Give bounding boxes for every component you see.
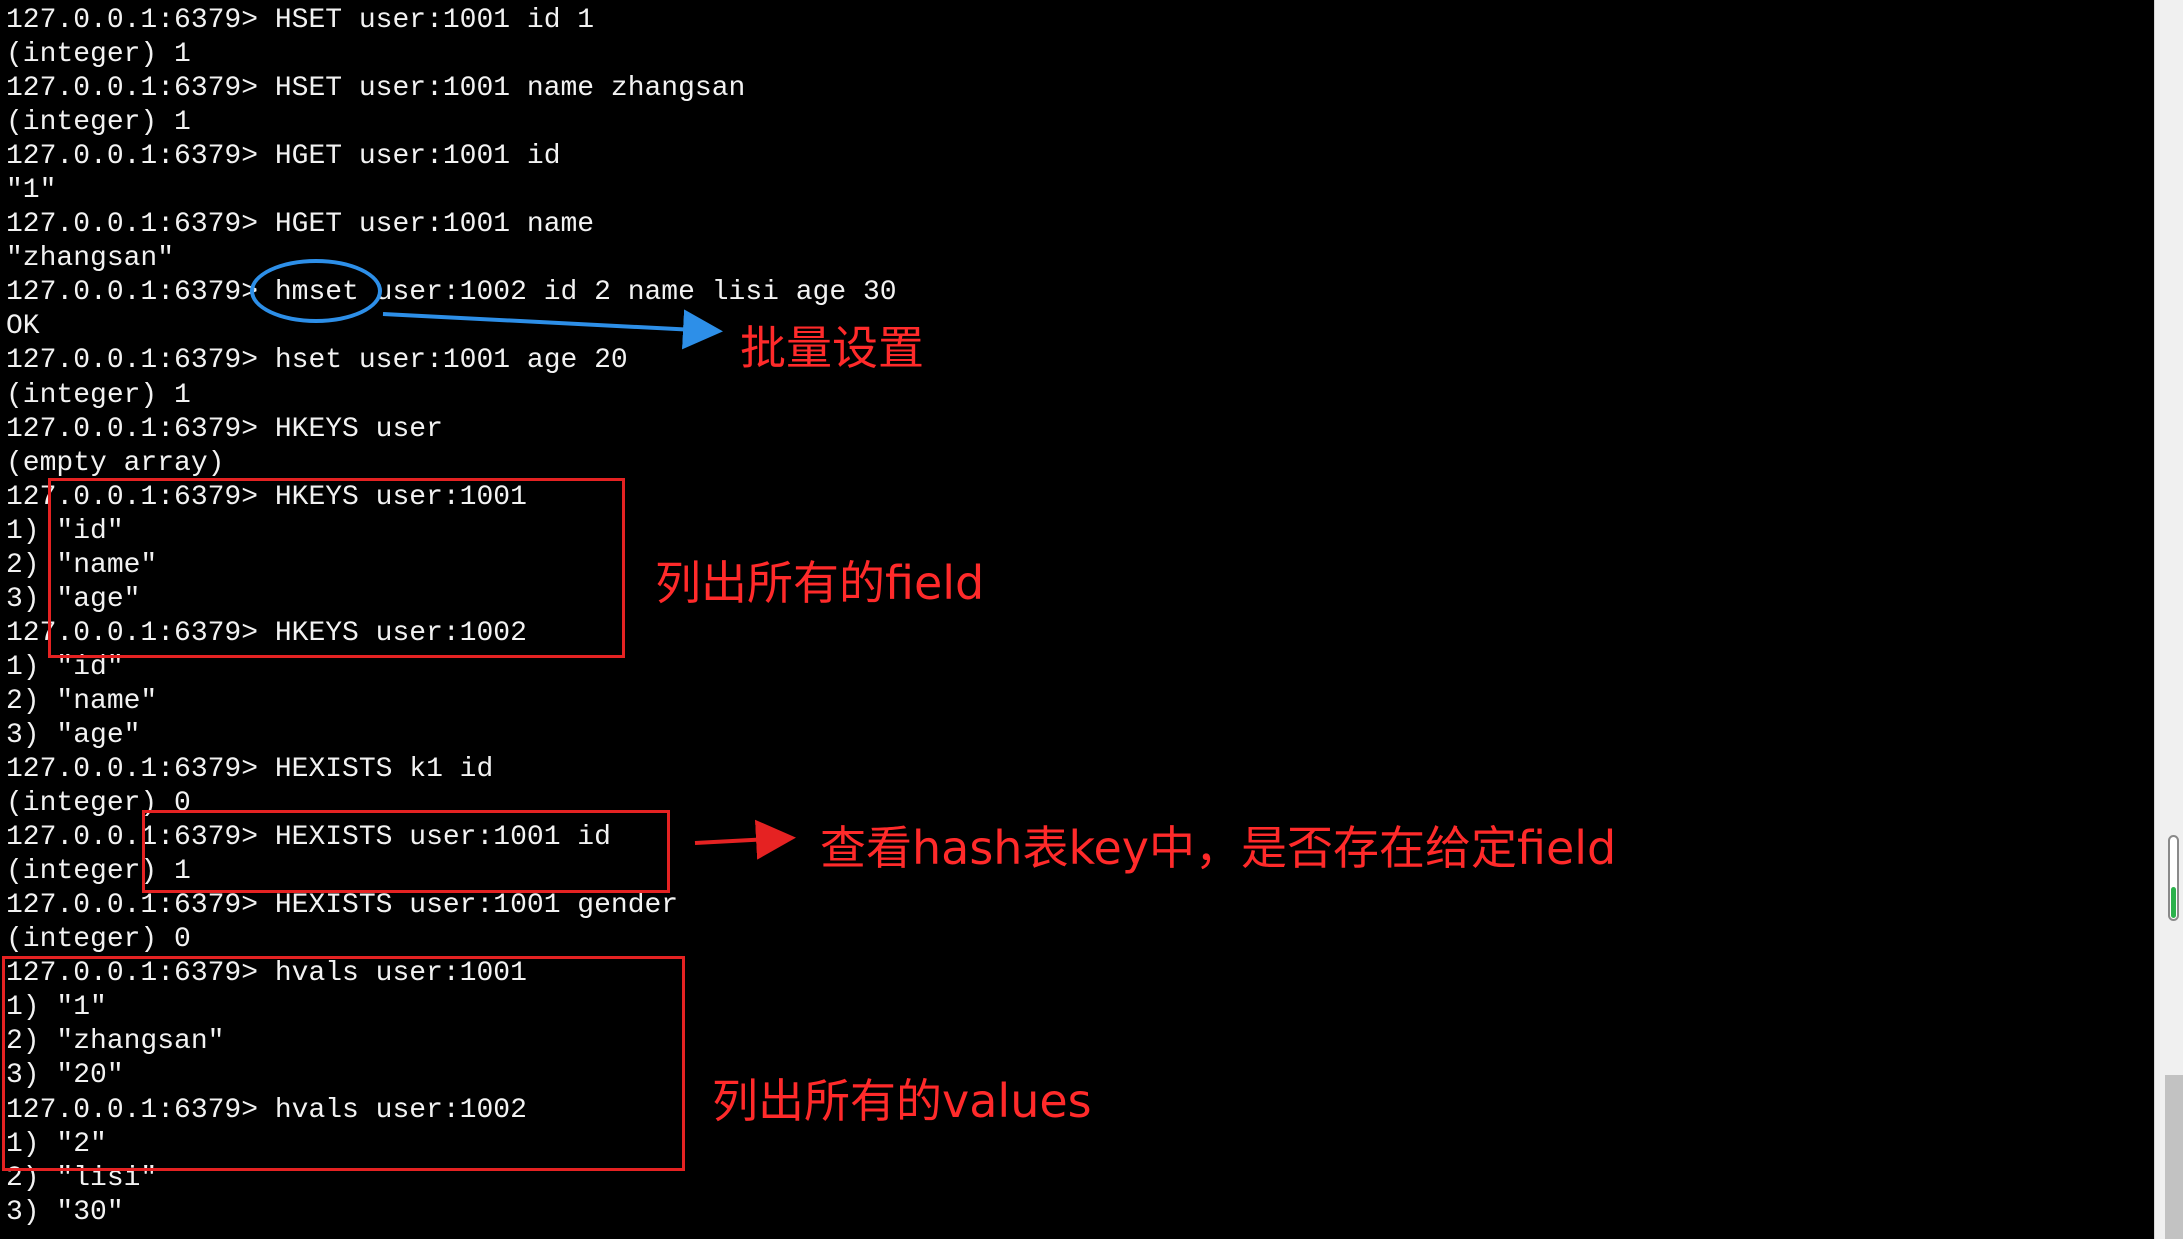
hexists-highlight-box	[142, 810, 670, 893]
hexists-note: 查看hash表key中，是否存在给定field	[820, 821, 1617, 875]
terminal-line: (integer) 1	[6, 107, 191, 139]
terminal-window: 127.0.0.1:6379> HSET user:1001 id 1 (inte…	[0, 0, 2183, 1239]
terminal-line: (integer) 0	[6, 924, 191, 956]
terminal-line: (integer) 1	[6, 379, 191, 411]
hmset-highlight-circle	[250, 259, 382, 323]
hkeys-highlight-box	[48, 478, 625, 658]
terminal-line: 127.0.0.1:6379> HGET user:1001 id	[6, 141, 561, 173]
terminal-line: 127.0.0.1:6379> HSET user:1001 name zhan…	[6, 73, 746, 105]
terminal-line: "1"	[6, 175, 57, 207]
terminal-line: 3) "age"	[6, 719, 141, 751]
scroll-gauge-indicator	[2168, 835, 2179, 921]
scroll-gauge-fill	[2171, 887, 2176, 918]
terminal-line: 127.0.0.1:6379> HGET user:1001 name	[6, 209, 595, 241]
hvals-highlight-box	[2, 956, 685, 1171]
hvals-note: 列出所有的values	[712, 1074, 1092, 1128]
hkeys-note: 列出所有的field	[655, 556, 985, 610]
terminal-line: (integer) 1	[6, 39, 191, 71]
terminal-line: 127.0.0.1:6379> hset user:1001 age 20	[6, 345, 628, 377]
hmset-note: 批量设置	[740, 321, 924, 375]
terminal-line: 3) "30"	[6, 1196, 124, 1228]
terminal-line: 127.0.0.1:6379> HEXISTS k1 id	[6, 754, 494, 786]
vertical-scrollbar[interactable]	[2154, 0, 2183, 1239]
terminal-line: 2) "name"	[6, 685, 158, 717]
terminal-line: 127.0.0.1:6379> HEXISTS user:1001 gender	[6, 890, 679, 922]
terminal-line: 127.0.0.1:6379> HKEYS user	[6, 413, 443, 445]
terminal-line: 127.0.0.1:6379> HSET user:1001 id 1	[6, 5, 595, 36]
scrollbar-thumb[interactable]	[2165, 1075, 2183, 1239]
terminal-line: (empty array)	[6, 447, 225, 479]
